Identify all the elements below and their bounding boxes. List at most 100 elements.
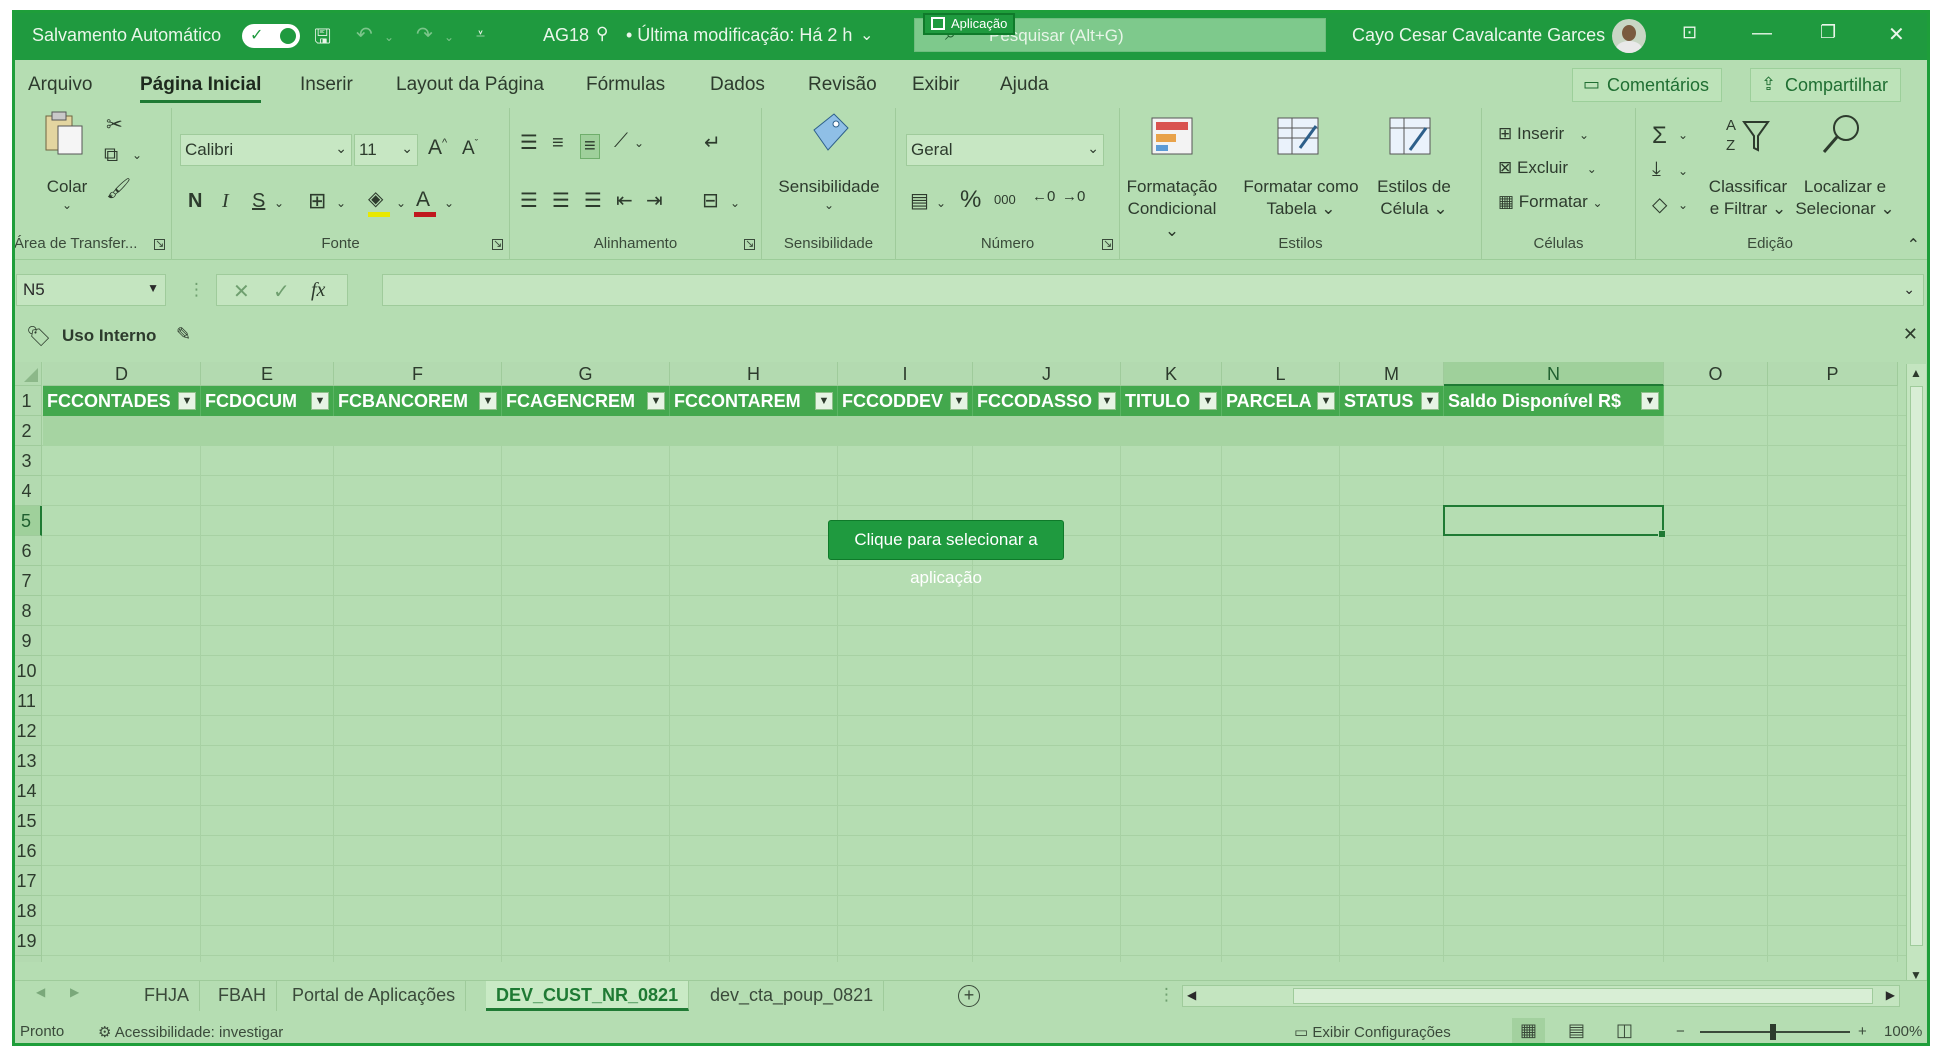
table-header-cell[interactable]: STATUS ▼ <box>1340 386 1444 416</box>
table-header-cell[interactable]: FCAGENCREM ▼ <box>502 386 670 416</box>
alignment-launcher-icon[interactable]: ↘ <box>744 239 755 250</box>
accounting-dropdown-icon[interactable]: ⌄ <box>936 196 946 210</box>
row-header-15[interactable]: 15 <box>12 806 42 836</box>
selected-cell[interactable] <box>1443 505 1666 538</box>
row-header-8[interactable]: 8 <box>12 596 42 626</box>
filter-dropdown-icon[interactable]: ▼ <box>1641 392 1659 410</box>
redo-dropdown-icon[interactable]: ⌄ <box>444 30 454 44</box>
more-options-icon[interactable]: ⋮ <box>188 280 205 300</box>
paste-button[interactable]: Colar <box>32 176 102 198</box>
row-header-1[interactable]: 1 <box>12 386 42 416</box>
zoom-in-icon[interactable]: + <box>1858 1023 1867 1040</box>
table-header-cell[interactable]: TITULO ▼ <box>1121 386 1222 416</box>
comments-button[interactable]: ▭ Comentários <box>1572 68 1723 102</box>
conditional-format-icon[interactable] <box>1148 114 1196 158</box>
table-header-cell[interactable]: PARCELA ▼ <box>1222 386 1340 416</box>
align-left-icon[interactable]: ☰ <box>520 188 538 213</box>
column-header-d[interactable]: D <box>43 362 201 386</box>
clear-dropdown-icon[interactable]: ⌄ <box>1678 198 1688 212</box>
font-launcher-icon[interactable]: ↘ <box>492 239 503 250</box>
row-header-4[interactable]: 4 <box>12 476 42 506</box>
table-header-cell[interactable]: FCDOCUM ▼ <box>201 386 334 416</box>
vertical-scroll-thumb[interactable] <box>1910 386 1923 946</box>
percent-icon[interactable]: % <box>960 186 981 214</box>
decrease-decimal-icon[interactable]: →0 <box>1062 188 1085 205</box>
undo-dropdown-icon[interactable]: ⌄ <box>384 30 394 44</box>
column-header-n[interactable]: N <box>1444 362 1664 386</box>
spreadsheet-grid[interactable]: D E F G H I J K L M N O P 1 2 3 4 5 6 7 8 9 10 11 12 13 14 15 16 17 18… <box>12 362 1918 962</box>
avatar[interactable] <box>1612 19 1646 53</box>
scroll-left-icon[interactable]: ◀ <box>1187 988 1196 1002</box>
clear-icon[interactable]: ◇ <box>1652 192 1667 217</box>
filter-dropdown-icon[interactable]: ▼ <box>479 392 497 410</box>
sheet-tab[interactable]: dev_cta_poup_0821 <box>700 981 885 1011</box>
italic-button[interactable]: I <box>222 190 229 213</box>
edit-icon[interactable]: ✎ <box>176 324 191 345</box>
fill-icon[interactable]: ⤓ <box>1652 158 1661 181</box>
table-header-cell[interactable]: FCCODASSO ▼ <box>973 386 1121 416</box>
tab-formulas[interactable]: Fórmulas <box>586 74 665 96</box>
paste-icon[interactable] <box>40 110 88 155</box>
row-header-12[interactable]: 12 <box>12 716 42 746</box>
find-select-button[interactable]: Localizar e Selecionar ⌄ <box>1790 176 1900 220</box>
save-icon[interactable]: 🖫 <box>314 22 331 56</box>
filter-dropdown-icon[interactable]: ▼ <box>311 392 329 410</box>
table-header-cell[interactable]: Saldo Disponível R$ ▼ <box>1444 386 1664 416</box>
formula-input[interactable]: ⌄ <box>382 274 1924 306</box>
next-sheet-icon[interactable]: ▶ <box>70 985 79 999</box>
number-launcher-icon[interactable]: ↘ <box>1102 239 1113 250</box>
tab-dados[interactable]: Dados <box>710 74 765 96</box>
row-header-2[interactable]: 2 <box>12 416 42 446</box>
horizontal-scrollbar[interactable]: ◀ ▶ <box>1182 985 1900 1007</box>
cut-icon[interactable]: ✂ <box>106 112 123 137</box>
font-name-select[interactable]: Calibri ⌄ <box>180 134 352 166</box>
table-header-cell[interactable]: FCBANCOREM ▼ <box>334 386 502 416</box>
font-size-select[interactable]: 11 ⌄ <box>354 134 418 166</box>
decrease-indent-icon[interactable]: ⇤ <box>616 188 633 213</box>
accessibility-status[interactable]: ⚙ Acessibilidade: investigar <box>98 1023 283 1041</box>
cancel-icon[interactable]: ✕ <box>233 279 250 304</box>
autosave-toggle[interactable]: ✓ <box>242 24 300 48</box>
tab-ajuda[interactable]: Ajuda <box>1000 74 1049 96</box>
prev-sheet-icon[interactable]: ◀ <box>36 985 45 999</box>
font-color-icon[interactable]: A <box>416 188 430 212</box>
sensitivity-dropdown-icon[interactable]: ⌄ <box>824 198 834 212</box>
accounting-format-icon[interactable]: ▤ <box>910 188 929 213</box>
table-row[interactable] <box>43 416 1664 446</box>
row-header-5[interactable]: 5 <box>12 506 42 536</box>
find-select-icon[interactable] <box>1818 112 1866 156</box>
orientation-dropdown-icon[interactable]: ⌄ <box>634 136 644 150</box>
user-name[interactable]: Cayo Cesar Cavalcante Garces <box>1352 25 1605 46</box>
sensitivity-button[interactable]: Sensibilidade <box>766 176 892 198</box>
underline-button[interactable]: S <box>252 190 265 213</box>
merge-center-icon[interactable]: ⊟ <box>702 188 719 213</box>
paste-dropdown-icon[interactable]: ⌄ <box>62 198 72 212</box>
zoom-out-icon[interactable]: − <box>1676 1023 1685 1040</box>
copy-dropdown-icon[interactable]: ⌄ <box>132 148 142 162</box>
filter-dropdown-icon[interactable]: ▼ <box>178 392 196 410</box>
column-header-p[interactable]: P <box>1768 362 1898 386</box>
ribbon-display-icon[interactable]: ⊡ <box>1682 22 1697 43</box>
last-modified[interactable]: • Última modificação: Há 2 h <box>626 25 852 46</box>
scroll-up-icon[interactable]: ▲ <box>1910 366 1922 380</box>
insert-function-icon[interactable]: fx <box>311 279 325 302</box>
number-format-select[interactable]: Geral ⌄ <box>906 134 1104 166</box>
increase-decimal-icon[interactable]: ←0 <box>1032 188 1055 205</box>
tab-revisao[interactable]: Revisão <box>808 74 877 96</box>
bold-button[interactable]: N <box>188 190 202 213</box>
wrap-text-icon[interactable]: ↵ <box>704 130 721 155</box>
zoom-slider-thumb[interactable] <box>1770 1024 1776 1040</box>
filter-dropdown-icon[interactable]: ▼ <box>1098 392 1116 410</box>
collapse-ribbon-icon[interactable]: ⌃ <box>1907 235 1920 255</box>
name-box[interactable]: N5 ▼ <box>16 274 166 306</box>
increase-indent-icon[interactable]: ⇥ <box>646 188 663 213</box>
format-as-table-icon[interactable] <box>1274 114 1322 158</box>
tab-arquivo[interactable]: Arquivo <box>28 74 92 96</box>
row-header-10[interactable]: 10 <box>12 656 42 686</box>
clipboard-launcher-icon[interactable]: ↘ <box>154 239 165 250</box>
filter-dropdown-icon[interactable]: ▼ <box>950 392 968 410</box>
thousands-separator-icon[interactable]: 000 <box>994 192 1016 207</box>
column-header-i[interactable]: I <box>838 362 973 386</box>
column-header-g[interactable]: G <box>502 362 670 386</box>
fill-dropdown-icon[interactable]: ⌄ <box>1678 164 1688 178</box>
